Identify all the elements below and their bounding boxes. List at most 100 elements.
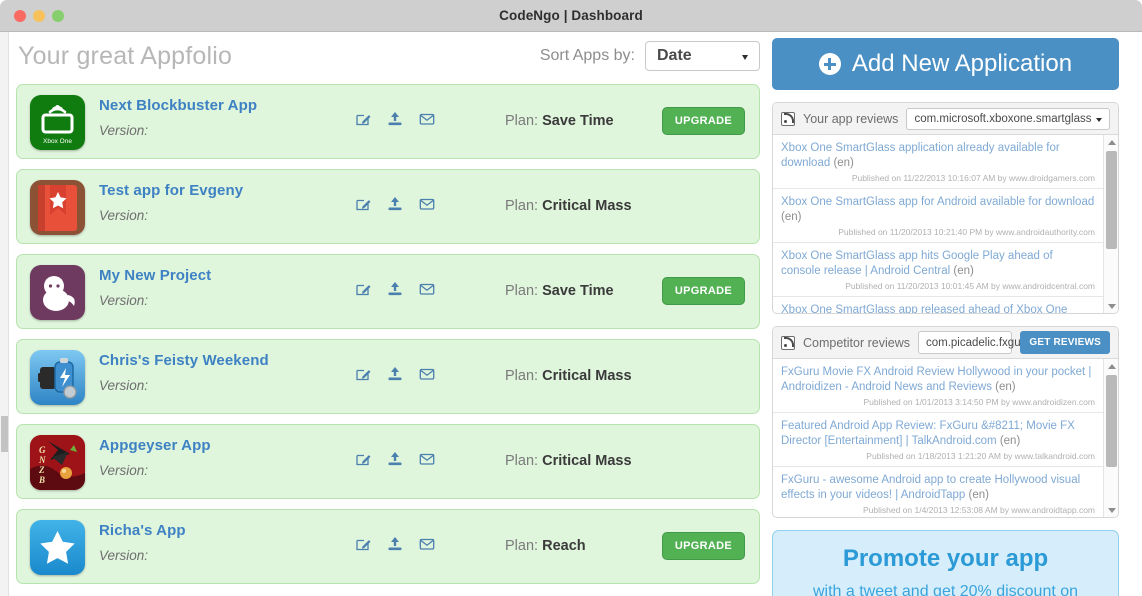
- app-action-icons: [355, 366, 435, 382]
- envelope-icon[interactable]: [419, 366, 435, 382]
- your-app-reviews-list: Xbox One SmartGlass application already …: [773, 135, 1103, 313]
- upload-icon[interactable]: [387, 196, 403, 212]
- scroll-up-arrow-icon[interactable]: [1104, 359, 1118, 373]
- your-app-package-select[interactable]: com.microsoft.xboxone.smartglass: [906, 107, 1110, 130]
- review-language: (en): [953, 265, 974, 277]
- upload-icon[interactable]: [387, 536, 403, 552]
- white-cat-icon: [30, 265, 85, 320]
- review-meta: Published on 11/22/2013 10:16:07 AM by w…: [851, 173, 1095, 183]
- review-item[interactable]: FxGuru - awesome Android app to create H…: [773, 467, 1103, 517]
- app-plan: Plan: Critical Mass: [505, 198, 632, 214]
- envelope-icon[interactable]: [419, 536, 435, 552]
- upload-icon[interactable]: [387, 281, 403, 297]
- upload-icon[interactable]: [387, 111, 403, 127]
- xbox-one-smartglass-icon: Xbox One: [30, 95, 85, 150]
- upgrade-button[interactable]: UPGRADE: [661, 107, 745, 135]
- upgrade-button[interactable]: UPGRADE: [661, 532, 745, 560]
- app-version: Version:: [99, 123, 149, 138]
- window-title: CodeNgo | Dashboard: [499, 8, 643, 23]
- your-app-reviews-scrollbar[interactable]: [1103, 135, 1118, 313]
- chevron-down-icon: [742, 55, 748, 60]
- review-title-link[interactable]: Featured Android App Review: FxGuru &#82…: [781, 419, 1095, 449]
- edit-icon[interactable]: [355, 196, 371, 212]
- review-item[interactable]: Xbox One SmartGlass app released ahead o…: [773, 297, 1103, 313]
- competitor-package-input[interactable]: com.picadelic.fxguru: [917, 331, 1031, 354]
- review-meta: Published on 11/20/2013 10:01:45 AM by w…: [845, 281, 1095, 291]
- promo-title: Promote your app: [842, 545, 1049, 572]
- upgrade-button[interactable]: UPGRADE: [661, 277, 745, 305]
- sort-select-value: Date: [657, 47, 692, 64]
- review-item[interactable]: Featured Android App Review: FxGuru &#82…: [773, 413, 1103, 467]
- app-plan: Plan: Critical Mass: [505, 368, 632, 384]
- review-language: (en): [968, 489, 989, 501]
- competitor-reviews-scrollbar[interactable]: [1103, 359, 1118, 517]
- scroll-up-arrow-icon[interactable]: [1104, 135, 1118, 149]
- edit-icon[interactable]: [355, 281, 371, 297]
- promo-subtitle: with a tweet and get 20% discount on: [812, 583, 1079, 596]
- app-row[interactable]: Chris's Feisty Weekend Version: Plan: Cri…: [16, 339, 760, 414]
- envelope-icon[interactable]: [419, 196, 435, 212]
- page-scrollbar[interactable]: [0, 32, 9, 596]
- app-name-link[interactable]: Richa's App: [99, 522, 186, 539]
- app-row[interactable]: Richa's App Version: Plan: Reach UPGRADE: [16, 509, 760, 584]
- page-scrollbar-thumb[interactable]: [1, 416, 8, 452]
- app-action-icons: [355, 281, 435, 297]
- review-item[interactable]: Xbox One SmartGlass app for Android avai…: [773, 189, 1103, 243]
- promote-app-banner[interactable]: Promote your app with a tweet and get 20…: [772, 530, 1119, 596]
- review-item[interactable]: Xbox One SmartGlass app hits Google Play…: [773, 243, 1103, 297]
- your-app-reviews-label: Your app reviews: [803, 111, 899, 126]
- review-title-link[interactable]: Xbox One SmartGlass app for Android avai…: [781, 195, 1095, 225]
- app-version: Version:: [99, 463, 149, 478]
- review-title-link[interactable]: Xbox One SmartGlass app released ahead o…: [781, 303, 1095, 313]
- envelope-icon[interactable]: [419, 281, 435, 297]
- edit-icon[interactable]: [355, 536, 371, 552]
- edit-icon[interactable]: [355, 111, 371, 127]
- scroll-down-arrow-icon[interactable]: [1104, 299, 1118, 313]
- app-row[interactable]: My New Project Version: Plan: Save Time UP…: [16, 254, 760, 329]
- edit-icon[interactable]: [355, 451, 371, 467]
- add-new-application-button[interactable]: Add New Application: [772, 38, 1119, 90]
- app-info: Test app for Evgeny Version:: [99, 182, 243, 223]
- review-title-link[interactable]: Xbox One SmartGlass application already …: [781, 141, 1095, 171]
- app-version: Version:: [99, 208, 149, 223]
- review-item[interactable]: FxGuru Movie FX Android Review Hollywood…: [773, 359, 1103, 413]
- app-info: Next Blockbuster App Version:: [99, 97, 257, 138]
- sort-select[interactable]: Date: [645, 41, 760, 71]
- app-name-link[interactable]: Appgeyser App: [99, 437, 211, 454]
- review-title-link[interactable]: Xbox One SmartGlass app hits Google Play…: [781, 249, 1095, 279]
- app-name-link[interactable]: Chris's Feisty Weekend: [99, 352, 269, 369]
- app-row[interactable]: G N Z B Appgeyser App Version: Plan: Crit…: [16, 424, 760, 499]
- app-name-link[interactable]: Test app for Evgeny: [99, 182, 243, 199]
- wunderlist-star-icon: [30, 180, 85, 235]
- app-name-link[interactable]: My New Project: [99, 267, 211, 284]
- review-title-link[interactable]: FxGuru Movie FX Android Review Hollywood…: [781, 365, 1095, 395]
- upgrade-label: UPGRADE: [674, 285, 732, 297]
- review-title-link[interactable]: FxGuru - awesome Android app to create H…: [781, 473, 1095, 503]
- edit-icon[interactable]: [355, 366, 371, 382]
- plan-value: Critical Mass: [542, 198, 632, 214]
- your-app-package-value: com.microsoft.xboxone.smartglass: [914, 112, 1092, 125]
- your-app-reviews-header: Your app reviews com.microsoft.xboxone.s…: [773, 103, 1118, 135]
- apps-column: Your great Appfolio Sort Apps by: Date X…: [10, 32, 766, 596]
- envelope-icon[interactable]: [419, 451, 435, 467]
- plan-prefix: Plan:: [505, 453, 543, 469]
- blue-battery-icon: [30, 350, 85, 405]
- app-name-link[interactable]: Next Blockbuster App: [99, 97, 257, 114]
- get-reviews-button[interactable]: GET REVIEWS: [1020, 331, 1110, 354]
- envelope-icon[interactable]: [419, 111, 435, 127]
- app-row[interactable]: Xbox One Next Blockbuster App Version: Pl…: [16, 84, 760, 159]
- scroll-down-arrow-icon[interactable]: [1104, 503, 1118, 517]
- review-item[interactable]: Xbox One SmartGlass application already …: [773, 135, 1103, 189]
- review-meta: Published on 11/20/2013 10:21:40 PM by w…: [838, 227, 1095, 237]
- review-language: (en): [833, 157, 854, 169]
- competitor-package-value: com.picadelic.fxguru: [925, 336, 1031, 349]
- scrollbar-thumb[interactable]: [1106, 375, 1117, 467]
- upload-icon[interactable]: [387, 451, 403, 467]
- upload-icon[interactable]: [387, 366, 403, 382]
- app-action-icons: [355, 536, 435, 552]
- plan-prefix: Plan:: [505, 113, 543, 129]
- scrollbar-thumb[interactable]: [1106, 151, 1117, 249]
- plan-prefix: Plan:: [505, 538, 543, 554]
- app-row[interactable]: Test app for Evgeny Version: Plan: Critic…: [16, 169, 760, 244]
- competitor-reviews-panel: Competitor reviews com.picadelic.fxguru …: [772, 326, 1119, 518]
